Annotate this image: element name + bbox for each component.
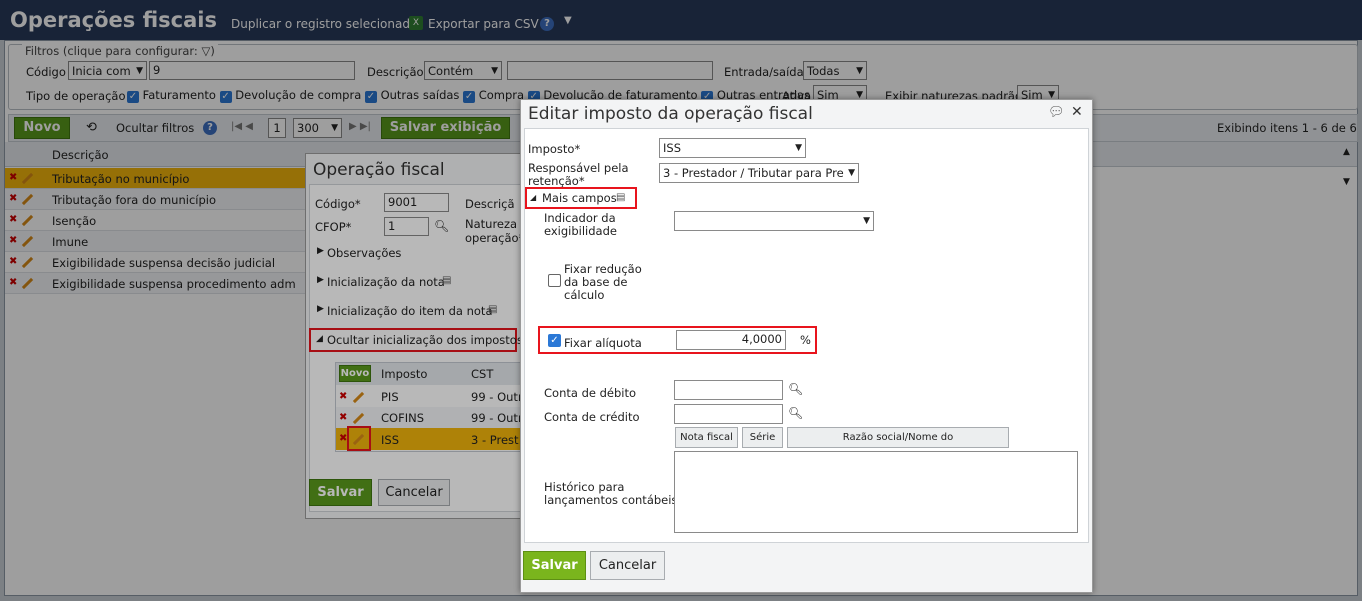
debit-account-label: Conta de débito — [544, 386, 637, 400]
tax-save-button[interactable]: Salvar — [523, 551, 586, 580]
modal-overlay — [305, 153, 535, 519]
debit-account-input[interactable] — [674, 380, 783, 400]
responsible-label-2: retenção* — [528, 174, 585, 188]
tax-select[interactable]: ISS ▼ — [659, 138, 806, 158]
comment-icon[interactable]: 💬︎ — [1048, 105, 1065, 120]
rate-unit: % — [800, 333, 811, 347]
rate-input[interactable]: 4,0000 — [676, 330, 786, 350]
search-icon[interactable]: 🔍︎ — [788, 382, 803, 396]
tax-label: Imposto* — [528, 142, 581, 156]
more-fields-toggle[interactable]: Mais campos — [542, 191, 617, 205]
history-textarea[interactable] — [674, 451, 1078, 533]
sender-chip[interactable]: Razão social/Nome do remetente/destinatá… — [787, 427, 1009, 462]
fix-rate-label: Fixar alíquota — [564, 336, 642, 350]
collapse-icon[interactable]: ◢ — [530, 193, 536, 202]
tax-dialog-title: Editar imposto da operação fiscal — [528, 104, 813, 124]
history-label: Histórico para — [544, 480, 625, 494]
credit-account-input[interactable] — [674, 404, 783, 424]
fix-reduction-label-2: da base de — [564, 275, 628, 289]
invoice-chip[interactable]: Nota fiscal — [675, 427, 738, 448]
search-icon[interactable]: 🔍︎ — [788, 406, 803, 420]
notes-icon: ▤ — [616, 192, 626, 203]
responsible-select[interactable]: 3 - Prestador / Tributar para Pres ▼ — [659, 163, 859, 183]
indicator-label: Indicador da — [544, 211, 616, 225]
close-icon[interactable]: ✕ — [1071, 104, 1083, 120]
fix-rate-checkbox[interactable]: ✓ — [548, 334, 561, 347]
indicator-select[interactable]: ▼ — [674, 211, 874, 231]
tax-cancel-button[interactable]: Cancelar — [590, 551, 665, 580]
credit-account-label: Conta de crédito — [544, 410, 640, 424]
responsible-label: Responsável pela — [528, 161, 629, 175]
history-label-2: lançamentos contábeis — [544, 493, 678, 507]
series-chip[interactable]: Série — [742, 427, 783, 448]
fix-reduction-label-3: cálculo — [564, 288, 605, 302]
fix-reduction-checkbox[interactable] — [548, 274, 561, 287]
indicator-label-2: exigibilidade — [544, 224, 617, 238]
fix-reduction-label: Fixar redução — [564, 262, 642, 276]
